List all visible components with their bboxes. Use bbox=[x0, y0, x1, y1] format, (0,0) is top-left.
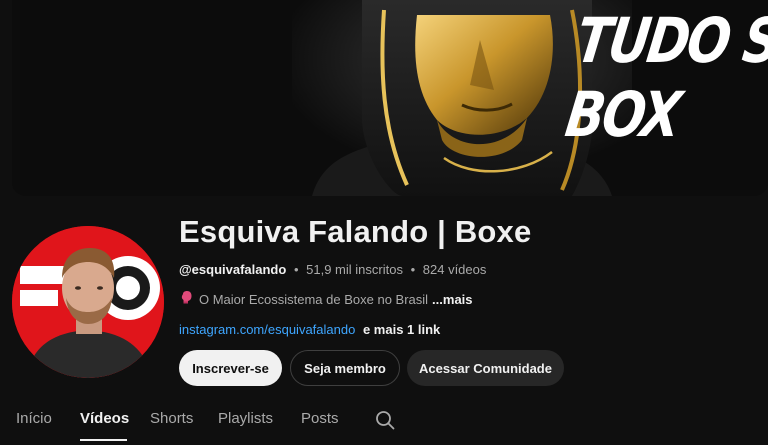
channel-banner: TUDO S BOX bbox=[12, 0, 768, 196]
tab-posts[interactable]: Posts bbox=[301, 410, 339, 427]
instagram-link[interactable]: instagram.com/esquivafalando bbox=[179, 322, 355, 337]
meta-separator: • bbox=[410, 262, 416, 277]
tab-shorts[interactable]: Shorts bbox=[150, 410, 193, 427]
tab-playlists[interactable]: Playlists bbox=[218, 410, 273, 427]
active-tab-indicator bbox=[80, 439, 127, 441]
tab-videos[interactable]: Vídeos bbox=[80, 410, 129, 427]
boxing-glove-icon bbox=[181, 291, 192, 307]
search-icon[interactable] bbox=[375, 410, 395, 430]
more-links-button[interactable]: e mais 1 link bbox=[363, 322, 440, 337]
channel-name: Esquiva Falando | Boxe bbox=[179, 214, 532, 249]
tab-inicio[interactable]: Início bbox=[16, 410, 52, 427]
subscriber-count: 51,9 mil inscritos bbox=[306, 262, 403, 277]
channel-links: instagram.com/esquivafalando e mais 1 li… bbox=[179, 322, 440, 337]
channel-description[interactable]: O Maior Ecossistema de Boxe no Brasil ..… bbox=[181, 291, 473, 307]
channel-avatar[interactable] bbox=[12, 226, 164, 378]
community-button[interactable]: Acessar Comunidade bbox=[407, 350, 564, 386]
meta-separator: • bbox=[293, 262, 299, 277]
channel-tabs: Início Vídeos Shorts Playlists Posts bbox=[0, 404, 768, 445]
video-count: 824 vídeos bbox=[422, 262, 487, 277]
avatar-image bbox=[12, 226, 164, 378]
channel-handle: @esquivafalando bbox=[179, 262, 287, 277]
banner-headline: TUDO S BOX bbox=[561, 4, 768, 151]
join-member-button[interactable]: Seja membro bbox=[290, 350, 400, 386]
channel-meta: @esquivafalando • 51,9 mil inscritos • 8… bbox=[179, 262, 486, 277]
description-text: O Maior Ecossistema de Boxe no Brasil bbox=[199, 291, 429, 307]
subscribe-button[interactable]: Inscrever-se bbox=[179, 350, 282, 386]
description-more-link[interactable]: ...mais bbox=[432, 292, 472, 307]
